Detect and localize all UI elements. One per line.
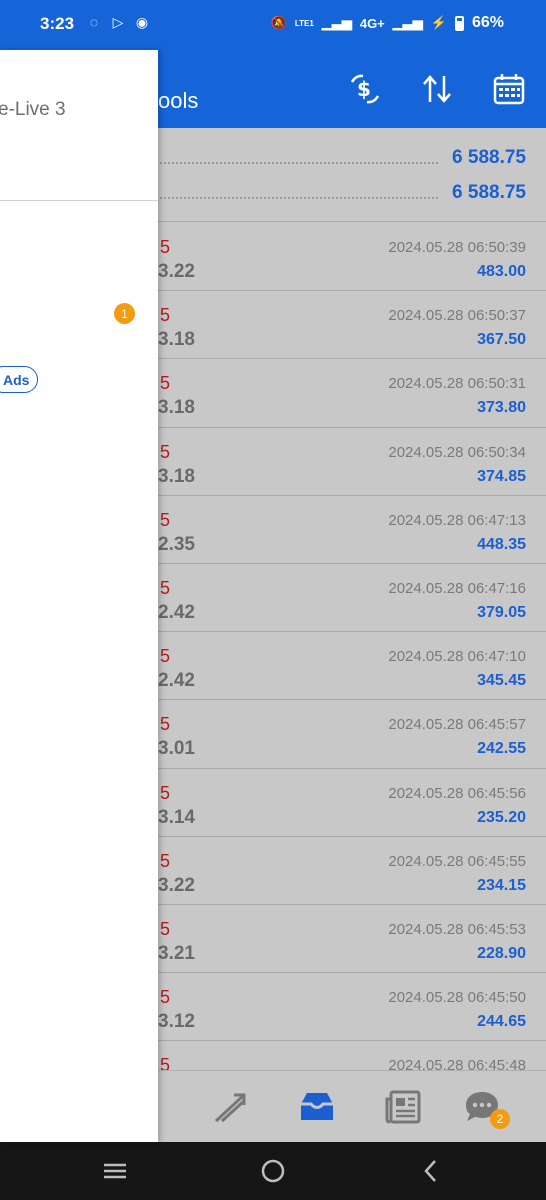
trade-time: 2024.05.28 06:45:53 — [388, 920, 526, 938]
trade-price: 3.12 — [158, 1011, 195, 1033]
trade-symbol: 5 — [160, 373, 171, 394]
balance-value: 6 588.75 — [452, 147, 526, 168]
tab-history[interactable] — [297, 1087, 337, 1127]
currency-exchange-glyph: $ — [350, 74, 380, 104]
trade-symbol: 5 — [160, 441, 171, 462]
trade-profit: 448.35 — [477, 535, 526, 553]
battery-icon — [454, 15, 464, 31]
trade-time: 2024.05.28 06:45:55 — [388, 852, 526, 870]
balance-row: 6 588.75 — [160, 143, 526, 173]
tab-news[interactable] — [384, 1087, 424, 1127]
mute-icon: 🔕 — [270, 15, 287, 30]
charging-icon: ⚡ — [430, 15, 447, 30]
trade-symbol: 5 — [160, 646, 171, 667]
signal-icon: ▁▃▅ — [321, 15, 352, 30]
trade-icon — [214, 1093, 246, 1123]
trade-price: 3.22 — [158, 874, 195, 896]
trade-profit: 228.90 — [477, 944, 526, 962]
trade-symbol: 5 — [160, 782, 171, 803]
calendar-icon[interactable] — [492, 72, 526, 106]
system-navigation-bar — [0, 1142, 546, 1200]
ads-chip[interactable]: Ads — [0, 366, 39, 393]
equity-value: 6 588.75 — [452, 182, 526, 203]
trade-price: 3.18 — [158, 329, 195, 351]
status-system-icons: 🔕 LTE1 ▁▃▅ 4G+ ▁▃▅ ⚡ 66% — [271, 14, 504, 32]
trade-profit: 244.65 — [477, 1013, 526, 1031]
page-title: ools — [158, 88, 199, 113]
trade-time: 2024.05.28 06:47:13 — [388, 511, 526, 529]
navigation-drawer: e-Live 3 1 Ads — [0, 50, 158, 1142]
trade-profit: 242.55 — [477, 740, 526, 758]
trade-time: 2024.05.28 06:50:34 — [388, 443, 526, 461]
signal-icon-2: ▁▃▅ — [392, 15, 423, 30]
chat-badge: 2 — [490, 1109, 510, 1129]
trade-symbol: 5 — [160, 305, 171, 326]
trade-price: 2.42 — [158, 670, 195, 692]
drawer-divider — [0, 200, 158, 201]
battery-percent: 66% — [471, 14, 504, 31]
menu-icon — [104, 1163, 126, 1179]
tab-trade[interactable] — [210, 1087, 250, 1127]
trade-profit: 373.80 — [477, 399, 526, 417]
trade-price: 3.14 — [158, 806, 195, 828]
history-icon — [301, 1093, 333, 1120]
network-label: 4G+ — [359, 15, 385, 31]
dotted-leader — [160, 162, 439, 164]
lte-label: LTE1 — [294, 18, 314, 28]
trade-time: 2024.05.28 06:47:10 — [388, 648, 526, 666]
trade-symbol: 5 — [160, 237, 171, 257]
status-bar: 3:23 ◌ ▷ ◉ 🔕 LTE1 ▁▃▅ 4G+ ▁▃▅ ⚡ 66% — [0, 0, 546, 50]
trade-time: 2024.05.28 06:45:50 — [388, 989, 526, 1007]
status-time: 3:23 — [40, 14, 75, 33]
trade-profit: 235.20 — [477, 808, 526, 826]
trade-time: 2024.05.28 06:50:37 — [388, 307, 526, 325]
notification-badge: 1 — [114, 303, 135, 324]
tab-chat[interactable]: 2 — [462, 1087, 510, 1129]
trade-symbol: 5 — [160, 714, 171, 735]
recent-apps-button[interactable] — [100, 1156, 130, 1186]
trade-profit: 367.50 — [477, 331, 526, 349]
trade-profit: 345.45 — [477, 672, 526, 690]
sort-icon[interactable] — [420, 72, 454, 106]
back-button[interactable] — [416, 1156, 446, 1186]
trade-price: 3.18 — [158, 397, 195, 419]
sync-icon: ◌ — [89, 14, 99, 30]
trade-profit: 374.85 — [477, 467, 526, 485]
home-icon — [261, 1159, 285, 1183]
status-notification-icons: ◌ ▷ ◉ — [86, 14, 150, 31]
trade-price: 3.21 — [158, 942, 195, 964]
trade-symbol: 5 — [160, 509, 171, 530]
trade-time: 2024.05.28 06:50:31 — [388, 375, 526, 393]
trade-time: 2024.05.28 06:47:16 — [388, 579, 526, 597]
trade-price: 3.18 — [158, 465, 195, 487]
sort-glyph — [423, 75, 451, 103]
trade-symbol: 5 — [160, 577, 171, 598]
calendar-glyph — [493, 74, 525, 105]
trade-price: 3.22 — [158, 261, 195, 282]
trade-symbol: 5 — [160, 918, 171, 939]
trade-time: 2024.05.28 06:45:56 — [388, 784, 526, 802]
trade-symbol: 5 — [160, 850, 171, 871]
home-button[interactable] — [258, 1156, 288, 1186]
play-store-icon: ▷ — [112, 14, 124, 30]
currency-exchange-icon[interactable]: $ — [348, 72, 382, 106]
trade-price: 2.42 — [158, 601, 195, 623]
back-icon — [424, 1160, 436, 1182]
trade-time: 2024.05.28 06:45:57 — [388, 716, 526, 734]
trade-profit: 234.15 — [477, 876, 526, 894]
chrome-icon: ◉ — [135, 14, 149, 30]
trade-profit: 379.05 — [477, 603, 526, 621]
dotted-leader — [160, 197, 439, 199]
trade-symbol: 5 — [160, 987, 171, 1008]
trade-time: 2024.05.28 06:50:39 — [388, 239, 526, 256]
trade-price: 2.35 — [158, 533, 195, 555]
account-label[interactable]: e-Live 3 — [0, 99, 66, 121]
news-icon — [385, 1090, 421, 1124]
svg-text:$: $ — [357, 77, 371, 101]
trade-profit: 483.00 — [477, 263, 526, 280]
balance-row: 6 588.75 — [160, 178, 526, 208]
trade-price: 3.01 — [158, 738, 195, 760]
